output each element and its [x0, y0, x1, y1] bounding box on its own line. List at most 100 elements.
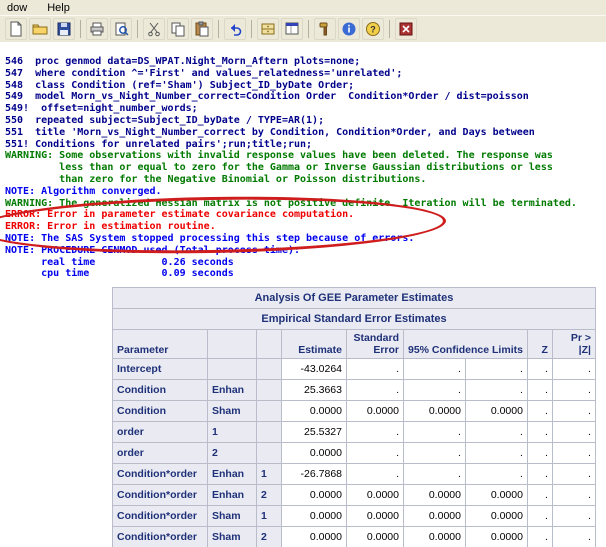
- save-button[interactable]: [53, 18, 75, 40]
- log-line: 549 model Morn_vs_Night_Number_correct=C…: [5, 91, 606, 103]
- cell-cl-lower: 0.0000: [404, 485, 466, 506]
- info-icon: [341, 21, 357, 37]
- gee-table: Analysis Of GEE Parameter Estimates Empi…: [112, 287, 596, 547]
- cell-level1: Enhan: [208, 485, 257, 506]
- cell-z: .: [527, 527, 552, 547]
- cell-cl-upper: 0.0000: [465, 506, 527, 527]
- cell-cl-upper: .: [465, 464, 527, 485]
- cell-cl-upper: 0.0000: [465, 527, 527, 547]
- cell-estimate: 0.0000: [282, 443, 347, 464]
- toolbar-separator: [218, 20, 219, 38]
- cell-estimate: -43.0264: [282, 359, 347, 380]
- cell-cl-lower: .: [404, 359, 466, 380]
- cell-pr: .: [552, 506, 595, 527]
- log-line: NOTE: The SAS System stopped processing …: [5, 233, 606, 245]
- cell-level1: [208, 359, 257, 380]
- gee-table-body: Intercept-43.0264.....ConditionEnhan25.3…: [113, 359, 596, 547]
- help-icon: ?: [365, 21, 381, 37]
- log-line: 549! offset=night_number_words;: [5, 103, 606, 115]
- cell-z: .: [527, 422, 552, 443]
- log-line: ERROR: Error in estimation routine.: [5, 221, 606, 233]
- table-row: order125.5327.....: [113, 422, 596, 443]
- tools-icon: [317, 21, 333, 37]
- cell-level1: Sham: [208, 401, 257, 422]
- print-button[interactable]: [86, 18, 108, 40]
- cell-parameter: Condition*order: [113, 485, 208, 506]
- table-row: Condition*orderSham10.00000.00000.00000.…: [113, 506, 596, 527]
- cell-cl-lower: 0.0000: [404, 401, 466, 422]
- table-row: ConditionEnhan25.3663.....: [113, 380, 596, 401]
- cell-pr: .: [552, 443, 595, 464]
- cell-estimate: 0.0000: [282, 506, 347, 527]
- cell-level2: 1: [257, 464, 282, 485]
- cell-stderr: 0.0000: [347, 401, 404, 422]
- log-line: 546 proc genmod data=DS_WPAT.Night_Morn_…: [5, 56, 606, 68]
- col-header-confidence-limits: 95% Confidence Limits: [404, 330, 528, 359]
- cell-cl-lower: .: [404, 380, 466, 401]
- new-library-icon: [260, 21, 276, 37]
- log-line: WARNING: The generalized Hessian matrix …: [5, 198, 606, 210]
- cell-cl-upper: .: [465, 359, 527, 380]
- table-row: Condition*orderEnhan1-26.7868.....: [113, 464, 596, 485]
- cell-cl-upper: .: [465, 380, 527, 401]
- sas-log-window: dow Help: [0, 0, 606, 547]
- table-row: Condition*orderSham20.00000.00000.00000.…: [113, 527, 596, 547]
- col-header-level2: [257, 330, 282, 359]
- copy-button[interactable]: [167, 18, 189, 40]
- table-row: Condition*orderEnhan20.00000.00000.00000…: [113, 485, 596, 506]
- menu-item-window-truncated[interactable]: dow: [5, 2, 29, 14]
- cell-parameter: Condition*order: [113, 527, 208, 547]
- cell-parameter: Condition: [113, 401, 208, 422]
- cell-z: .: [527, 443, 552, 464]
- tools-button[interactable]: [314, 18, 336, 40]
- cell-z: .: [527, 506, 552, 527]
- new-button[interactable]: [5, 18, 27, 40]
- cut-button[interactable]: [143, 18, 165, 40]
- cell-cl-lower: .: [404, 443, 466, 464]
- cell-pr: .: [552, 527, 595, 547]
- log-line: 551! Conditions for unrelated pairs';run…: [5, 139, 606, 151]
- cell-pr: .: [552, 422, 595, 443]
- svg-text:?: ?: [370, 25, 376, 35]
- menu-item-help[interactable]: Help: [45, 2, 72, 14]
- cell-cl-lower: .: [404, 422, 466, 443]
- log-lines: 546 proc genmod data=DS_WPAT.Night_Morn_…: [5, 56, 606, 280]
- log-line: 550 repeated subject=Subject_ID_byDate /…: [5, 115, 606, 127]
- undo-icon: [227, 21, 243, 37]
- paste-icon: [194, 21, 210, 37]
- print-preview-icon: [113, 21, 129, 37]
- paste-button[interactable]: [191, 18, 213, 40]
- cell-parameter: Intercept: [113, 359, 208, 380]
- open-folder-icon: [32, 21, 48, 37]
- undo-button[interactable]: [224, 18, 246, 40]
- print-preview-button[interactable]: [110, 18, 132, 40]
- log-line: WARNING: Some observations with invalid …: [5, 150, 606, 162]
- log-line: real time 0.26 seconds: [5, 257, 606, 269]
- cell-stderr: 0.0000: [347, 527, 404, 547]
- cell-estimate: 25.3663: [282, 380, 347, 401]
- table-subtitle: Empirical Standard Error Estimates: [113, 309, 596, 330]
- cell-parameter: order: [113, 443, 208, 464]
- explorer-button[interactable]: [281, 18, 303, 40]
- cell-pr: .: [552, 401, 595, 422]
- help-button[interactable]: ?: [362, 18, 384, 40]
- cell-stderr: .: [347, 380, 404, 401]
- open-button[interactable]: [29, 18, 51, 40]
- cell-cl-upper: 0.0000: [465, 485, 527, 506]
- cell-parameter: order: [113, 422, 208, 443]
- save-icon: [56, 21, 72, 37]
- exit-button[interactable]: [395, 18, 417, 40]
- cell-level2: [257, 422, 282, 443]
- new-library-button[interactable]: [257, 18, 279, 40]
- col-header-level1: [208, 330, 257, 359]
- cell-estimate: 0.0000: [282, 527, 347, 547]
- log-area[interactable]: 546 proc genmod data=DS_WPAT.Night_Morn_…: [0, 42, 606, 300]
- log-line: ERROR: Error in parameter estimate covar…: [5, 209, 606, 221]
- log-line: NOTE: Algorithm converged.: [5, 186, 606, 198]
- cell-cl-upper: .: [465, 422, 527, 443]
- cell-z: .: [527, 380, 552, 401]
- info-button[interactable]: [338, 18, 360, 40]
- cell-estimate: 0.0000: [282, 401, 347, 422]
- cell-estimate: -26.7868: [282, 464, 347, 485]
- cell-stderr: .: [347, 443, 404, 464]
